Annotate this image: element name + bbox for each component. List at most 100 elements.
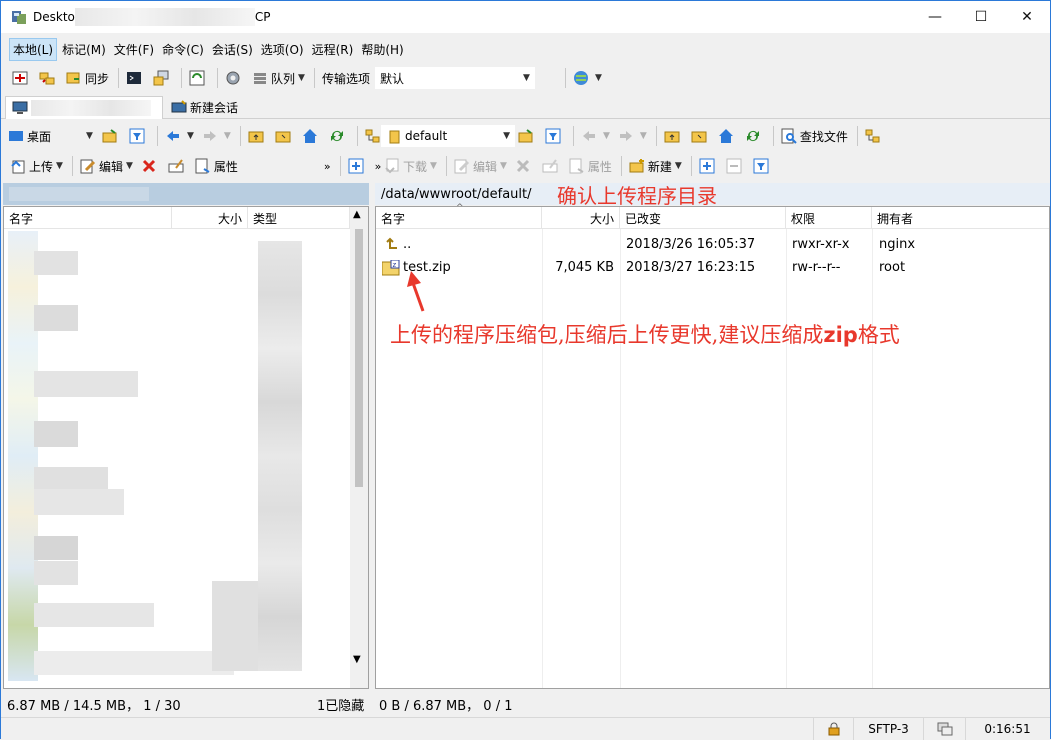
folders-sync-icon (39, 70, 55, 86)
download-button[interactable]: 下载 ▼ (381, 155, 440, 177)
remote-forward-button[interactable]: ▼ (615, 125, 650, 147)
local-col-size[interactable]: 大小 (172, 207, 248, 229)
remote-col-size[interactable]: 大小 (542, 207, 620, 229)
local-delete-button[interactable] (138, 155, 163, 177)
menu-options[interactable]: 选项(O) (258, 39, 307, 60)
delete-icon (515, 158, 531, 174)
gear-icon (225, 70, 241, 86)
open-session-button[interactable] (186, 67, 211, 89)
remote-col-name-label: 名字 (381, 211, 406, 226)
sync-browse-button[interactable] (36, 67, 61, 89)
window-title-start: Deskto (33, 10, 75, 24)
local-col-name[interactable]: 名字 (4, 207, 172, 229)
scroll-down-icon[interactable]: ▼ (353, 654, 361, 665)
transfer-settings-value: 默认 (379, 71, 404, 86)
transfer-settings-select[interactable]: 默认 ▼ (374, 67, 535, 89)
synchronize-button[interactable]: 同步 (63, 67, 112, 89)
minimize-button[interactable]: — (912, 1, 958, 33)
remote-delete-button[interactable] (512, 155, 537, 177)
local-back-button[interactable]: ▼ (162, 125, 197, 147)
toolbar-separator (313, 68, 315, 88)
local-scrollbar[interactable]: ▲ ▼ (350, 207, 368, 688)
remote-filter-select-button[interactable] (750, 155, 775, 177)
maximize-button[interactable]: ☐ (958, 1, 1004, 33)
blurred-title-region (74, 8, 255, 26)
remote-filter-button[interactable] (542, 125, 567, 147)
local-filter-button[interactable] (126, 125, 151, 147)
upload-button[interactable]: 上传 ▼ (7, 155, 66, 177)
table-row[interactable]: .. 2018/3/26 16:05:37 rwxr-xr-x nginx (376, 233, 1049, 256)
menu-commands[interactable]: 命令(C) (159, 39, 207, 60)
home-icon (302, 128, 318, 144)
compare-dirs-button[interactable] (9, 67, 34, 89)
blurred-local-path (9, 187, 149, 201)
parent-dir-icon (384, 237, 400, 253)
remote-col-rights[interactable]: 权限 (786, 207, 872, 229)
remote-new-button[interactable]: 新建 ▼ (626, 155, 685, 177)
remote-select-button[interactable] (696, 155, 721, 177)
app-window: Deskto CP — ☐ ✕ 本地(L) 标记(M) 文件(F) 命令(C) … (0, 0, 1051, 740)
remote-rename-button[interactable] (539, 155, 564, 177)
menu-file[interactable]: 文件(F) (111, 39, 157, 60)
queue-button[interactable]: 队列 ▼ (249, 67, 308, 89)
chevron-down-icon: ▼ (523, 73, 530, 83)
rename-icon (168, 158, 184, 174)
remote-file-list[interactable]: 名字 大小 已改变 权限 拥有者 ^ .. 2018/3/26 16:05:37… (375, 203, 1050, 689)
remote-properties-button[interactable]: 属性 (566, 155, 615, 177)
toolbar-separator (856, 126, 858, 146)
remote-open-dir-button[interactable] (515, 125, 540, 147)
find-files-button[interactable]: 查找文件 (778, 125, 851, 147)
local-edit-button[interactable]: 编辑 ▼ (77, 155, 136, 177)
local-drive-select[interactable]: 桌面 ▼ (7, 125, 99, 147)
toolbar-separator (690, 156, 692, 176)
local-toolbar-overflow[interactable]: » (321, 155, 334, 177)
close-button[interactable]: ✕ (1004, 1, 1050, 33)
scroll-up-icon[interactable]: ▲ (353, 209, 361, 220)
remote-tree-button[interactable] (862, 125, 887, 147)
toolbar-separator (181, 68, 183, 88)
local-forward-button[interactable]: ▼ (199, 125, 234, 147)
menu-session[interactable]: 会话(S) (209, 39, 256, 60)
plus-icon (699, 158, 715, 174)
remote-refresh-button[interactable] (742, 125, 767, 147)
menu-mark[interactable]: 标记(M) (59, 39, 109, 60)
globe-icon (573, 70, 589, 86)
local-parent-dir-button[interactable] (245, 125, 270, 147)
chevron-down-icon: ▼ (603, 131, 610, 141)
table-row[interactable]: z test.zip 7,045 KB 2018/3/27 16:23:15 r… (376, 256, 1049, 279)
local-refresh-button[interactable] (326, 125, 351, 147)
remote-edit-button[interactable]: 编辑 ▼ (451, 155, 510, 177)
local-rename-button[interactable] (165, 155, 190, 177)
chevron-down-icon: ▼ (674, 161, 682, 171)
remote-back-button[interactable]: ▼ (578, 125, 613, 147)
local-file-list[interactable]: 名字 大小 类型 ▲ ▼ (3, 206, 369, 689)
menu-help[interactable]: 帮助(H) (358, 39, 406, 60)
scrollbar-thumb[interactable] (355, 229, 363, 487)
edit-icon (454, 158, 470, 174)
local-home-button[interactable] (299, 125, 324, 147)
chevron-down-icon: ▼ (639, 131, 647, 141)
tab-current-session[interactable] (5, 96, 163, 119)
remote-col-changed[interactable]: 已改变 (620, 207, 786, 229)
remote-col-owner[interactable]: 拥有者 (872, 207, 1049, 229)
remote-dir-select[interactable]: default ▼ (381, 125, 515, 147)
preferences-button[interactable] (222, 67, 247, 89)
protocol-status: SFTP-3 (853, 718, 923, 740)
local-edit-label: 编辑 (98, 159, 123, 174)
chevron-down-icon: ▼ (56, 161, 63, 171)
remote-home-button[interactable] (715, 125, 740, 147)
remote-parent-dir-button[interactable] (661, 125, 686, 147)
local-new-button[interactable] (345, 155, 370, 177)
local-properties-button[interactable]: 属性 (192, 155, 241, 177)
menu-local[interactable]: 本地(L) (9, 37, 58, 61)
console-button[interactable] (123, 67, 148, 89)
remote-root-dir-button[interactable] (688, 125, 713, 147)
remote-unselect-button[interactable] (723, 155, 748, 177)
tab-new-session[interactable]: 新建会话 (165, 96, 249, 119)
local-col-type[interactable]: 类型 (248, 207, 350, 229)
menu-remote[interactable]: 远程(R) (309, 39, 357, 60)
local-root-dir-button[interactable] (272, 125, 297, 147)
local-open-dir-button[interactable] (99, 125, 124, 147)
putty-button[interactable] (150, 67, 175, 89)
color-button[interactable]: ▼ (570, 67, 605, 89)
